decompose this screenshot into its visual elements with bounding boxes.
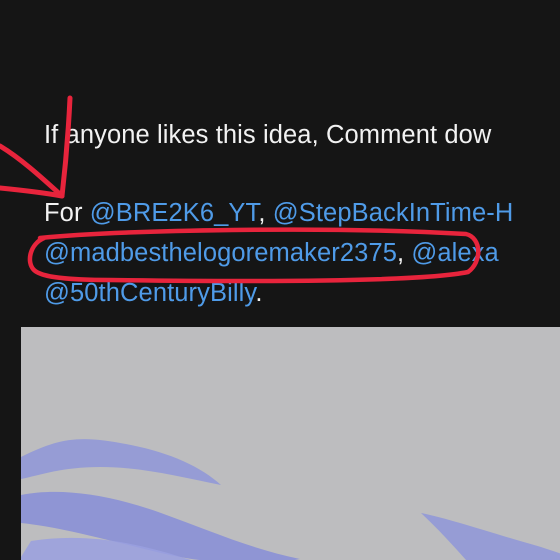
red-arrow-line — [0, 143, 65, 199]
separator: , — [397, 239, 412, 267]
comment-text: If anyone likes this idea, Comment dow — [44, 121, 492, 149]
mention-link-50thcenturybilly[interactable]: @50thCenturyBilly — [44, 279, 255, 307]
mention-link-madbesthelogoremaker[interactable]: @madbesthelogoremaker2375 — [44, 239, 397, 267]
separator: , — [258, 199, 273, 227]
for-label: For — [44, 199, 90, 227]
comment-text-line: If anyone likes this idea, Comment dow — [44, 120, 491, 150]
red-arrow-head — [0, 185, 65, 199]
mention-line: For @BRE2K6_YT, @StepBackInTime-H — [44, 198, 513, 228]
mention-link-alexa[interactable]: @alexa — [411, 239, 498, 267]
attached-image-preview[interactable] — [21, 327, 560, 560]
mention-link-bre2k6[interactable]: @BRE2K6_YT — [90, 199, 259, 227]
mention-link-stepbackintime[interactable]: @StepBackInTime-H — [273, 199, 514, 227]
comment-screenshot: If anyone likes this idea, Comment dow F… — [0, 0, 560, 560]
mention-line: @madbesthelogoremaker2375, @alexa — [44, 238, 499, 268]
swirl-artwork — [21, 327, 560, 560]
period: . — [255, 279, 263, 307]
mention-line: @50thCenturyBilly. — [44, 278, 263, 308]
